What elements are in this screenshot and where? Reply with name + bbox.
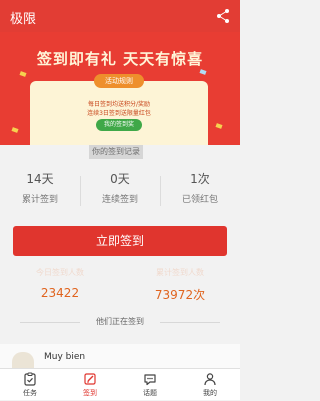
stat-value: 1次	[190, 172, 210, 186]
share-icon[interactable]	[216, 8, 230, 24]
rule-line-1: 每日签到均送积分/奖励	[87, 101, 151, 108]
signin-stats: 14天 累计签到 0天 连续签到 1次 已领红包	[0, 170, 240, 216]
tab-mine[interactable]: 我的	[180, 369, 240, 401]
stat-value: 14天	[26, 172, 54, 186]
stat-label: 累计签到	[21, 195, 58, 205]
chat-bubble-icon	[144, 374, 156, 386]
stat-streak-days: 0天 连续签到	[80, 170, 160, 205]
bottom-tab-bar: 任务 签到 话题 我的	[0, 368, 240, 400]
rules-tab[interactable]: 活动规则	[94, 74, 144, 88]
signin-record-link[interactable]: 你的签到记录	[89, 145, 143, 159]
stat-total-days: 14天 累计签到	[0, 170, 80, 205]
my-rewards-button[interactable]: 我的签到奖	[96, 119, 142, 131]
app-header: 极限	[0, 0, 240, 32]
tab-topics[interactable]: 话题	[120, 369, 180, 401]
clipboard-icon	[24, 372, 36, 386]
edit-icon	[84, 373, 96, 385]
page-title: 极限	[10, 12, 37, 27]
tab-signin[interactable]: 签到	[60, 369, 120, 401]
count-value: 23422	[40, 286, 80, 300]
tab-label: 我的	[203, 389, 217, 397]
recent-signins-label: 他们正在签到	[96, 317, 144, 326]
recent-signins-title: 他们正在签到	[0, 316, 240, 327]
user-name: Muy bien	[44, 352, 86, 362]
banner-headline: 签到即有礼 天天有惊喜	[36, 50, 204, 68]
rule-card: 活动规则 每日签到均送积分/奖励 连续3日签到送限量红包 我的签到奖	[30, 74, 208, 145]
stat-red-packets: 1次 已领红包	[160, 170, 240, 205]
count-today: 今日签到人数 23422	[0, 266, 120, 300]
tab-tasks[interactable]: 任务	[0, 369, 60, 401]
list-item[interactable]: Muy bien	[0, 344, 240, 368]
person-icon	[204, 373, 216, 386]
signin-banner: 签到即有礼 天天有惊喜 活动规则 每日签到均送积分/奖励 连续3日签到送限量红包…	[0, 32, 240, 145]
count-caption: 今日签到人数	[36, 268, 84, 277]
tab-label: 话题	[143, 389, 157, 397]
count-value: 73972次	[154, 288, 206, 302]
rule-line-2: 连续3日签到送限量红包	[87, 110, 151, 117]
avatar	[12, 352, 34, 368]
stat-value: 0天	[110, 172, 130, 186]
count-caption: 累计签到人数	[156, 268, 204, 277]
signin-counts: 今日签到人数 23422 累计签到人数 73972次	[0, 266, 240, 306]
stat-label: 连续签到	[101, 195, 138, 205]
signin-button[interactable]: 立即签到	[13, 226, 227, 256]
tab-label: 任务	[23, 389, 37, 397]
tab-label: 签到	[83, 389, 97, 397]
count-total: 累计签到人数 73972次	[120, 266, 240, 303]
stat-label: 已领红包	[181, 195, 218, 205]
